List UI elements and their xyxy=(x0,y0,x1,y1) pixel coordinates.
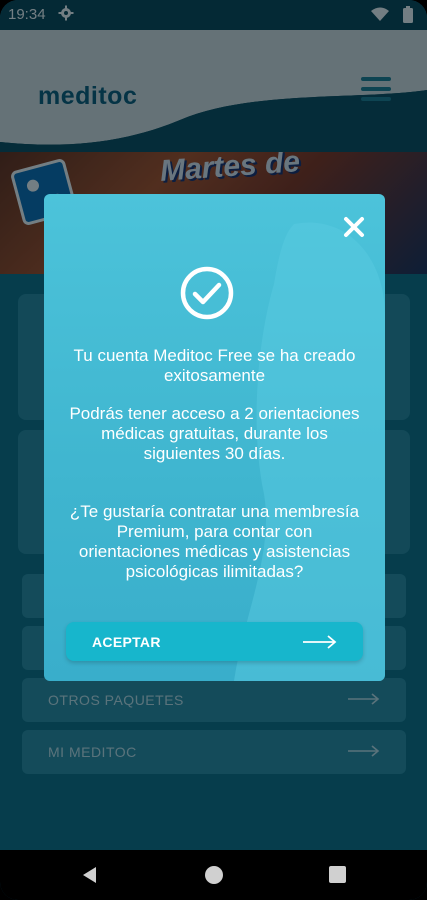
success-dialog: Tu cuenta Meditoc Free se ha creado exit… xyxy=(44,194,385,681)
arrow-right-icon xyxy=(348,693,380,705)
recent-apps-icon[interactable] xyxy=(329,866,346,883)
banner-title: Martes de xyxy=(158,150,302,188)
gear-icon xyxy=(58,5,74,21)
menu-row-label: OTROS PAQUETES xyxy=(48,692,184,708)
brand-logo: meditoc xyxy=(38,82,138,110)
arrow-right-icon xyxy=(348,745,380,757)
home-icon[interactable] xyxy=(205,866,223,884)
premium-question: ¿Te gustaría contratar una membresía Pre… xyxy=(69,502,360,581)
wifi-icon xyxy=(371,7,389,21)
back-icon[interactable] xyxy=(81,866,99,884)
app-screen: 19:34 meditoc Martes de OTROS PAQUETES M… xyxy=(0,0,427,900)
battery-icon xyxy=(403,6,413,23)
menu-row-label: MI MEDITOC xyxy=(48,744,137,760)
status-bar: 19:34 xyxy=(0,0,427,30)
menu-row-mi-meditoc[interactable]: MI MEDITOC xyxy=(22,730,406,774)
success-message: Tu cuenta Meditoc Free se ha creado exit… xyxy=(73,346,356,385)
menu-icon[interactable] xyxy=(361,77,391,103)
status-time: 19:34 xyxy=(8,6,46,23)
app-header: meditoc xyxy=(0,30,427,152)
check-circle-icon xyxy=(180,266,234,320)
close-icon[interactable] xyxy=(343,216,365,238)
menu-row-otros-paquetes[interactable]: OTROS PAQUETES xyxy=(22,678,406,722)
accept-button-label: ACEPTAR xyxy=(92,634,161,650)
navigation-bar xyxy=(0,850,427,900)
arrow-right-icon xyxy=(303,635,337,649)
free-orientations-message: Podrás tener acceso a 2 orientaciones mé… xyxy=(69,404,360,463)
accept-button[interactable]: ACEPTAR xyxy=(66,622,363,661)
